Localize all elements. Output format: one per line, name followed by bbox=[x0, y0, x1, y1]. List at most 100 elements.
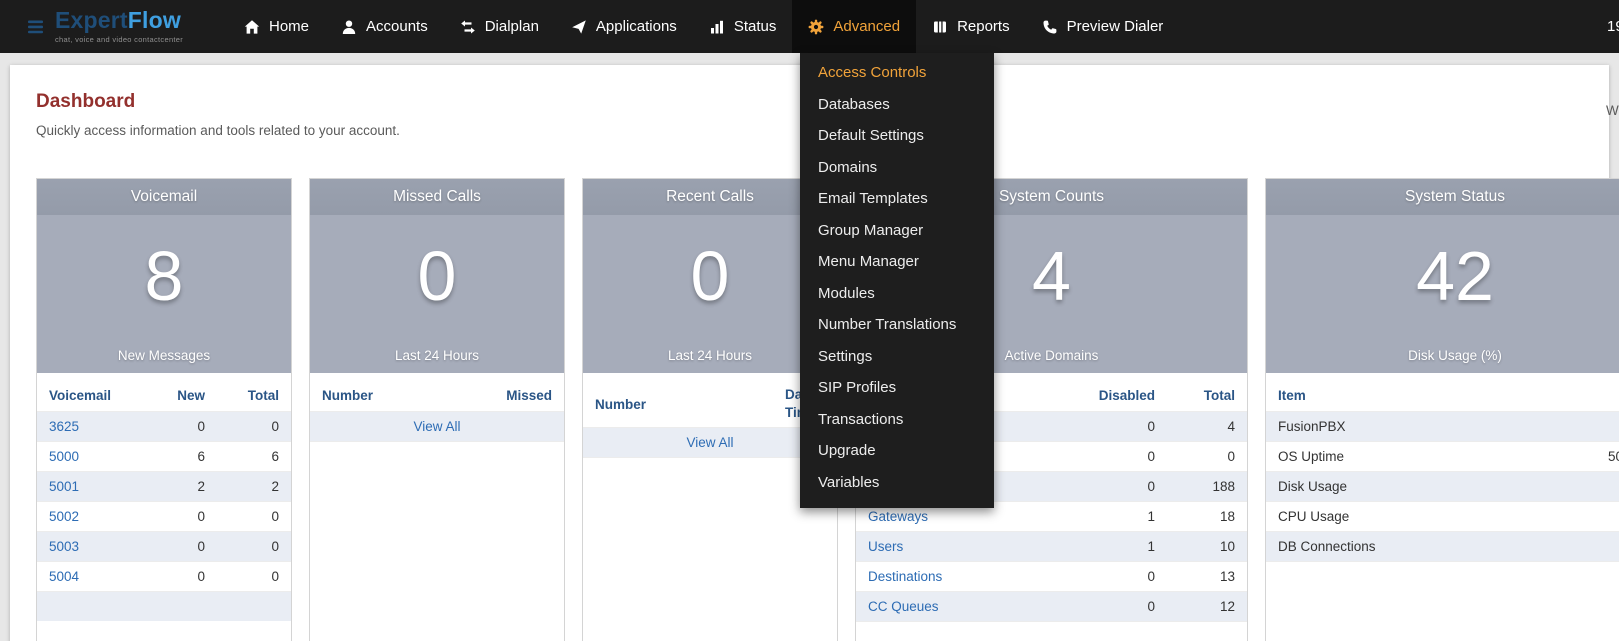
dropdown-item-variables[interactable]: Variables bbox=[800, 467, 994, 499]
nav-item-preview-dialer[interactable]: Preview Dialer bbox=[1026, 0, 1180, 53]
voicemail-box-link[interactable]: 5001 bbox=[49, 479, 79, 494]
panel-voicemail: Voicemail 8 New Messages Voicemail New T… bbox=[36, 178, 292, 641]
voicemail-box-link[interactable]: 5000 bbox=[49, 449, 79, 464]
panel-title: System Status bbox=[1266, 179, 1619, 215]
dropdown-item-upgrade[interactable]: Upgrade bbox=[800, 435, 994, 467]
table-row: Users 110 bbox=[856, 531, 1247, 561]
transfer-arrows-icon bbox=[460, 19, 476, 35]
dropdown-item-menu-manager[interactable]: Menu Manager bbox=[800, 246, 994, 278]
dropdown-item-databases[interactable]: Databases bbox=[800, 89, 994, 121]
cell-new: 0 bbox=[155, 411, 217, 441]
recent-calls-stat: 0 Last 24 Hours bbox=[583, 215, 837, 373]
cell-total: 12 bbox=[1167, 591, 1247, 621]
cell-new: 0 bbox=[155, 561, 217, 591]
cell-disabled: 0 bbox=[1067, 411, 1167, 441]
voicemail-box-link[interactable]: 5003 bbox=[49, 539, 79, 554]
table-row: Destinations013 bbox=[856, 561, 1247, 591]
cell-new: 0 bbox=[155, 501, 217, 531]
dropdown-item-number-translations[interactable]: Number Translations bbox=[800, 309, 994, 341]
cell-disabled: 0 bbox=[1067, 591, 1167, 621]
status-item: DB Connections bbox=[1266, 531, 1596, 561]
nav-item-dialplan[interactable]: Dialplan bbox=[444, 0, 555, 53]
nav-item-status[interactable]: Status bbox=[693, 0, 793, 53]
nav-item-accounts[interactable]: Accounts bbox=[325, 0, 444, 53]
cell-disabled: 0 bbox=[1067, 471, 1167, 501]
dropdown-item-domains[interactable]: Domains bbox=[800, 152, 994, 184]
stat-caption: Last 24 Hours bbox=[310, 348, 564, 363]
nav-item-label: Accounts bbox=[366, 18, 428, 35]
cell-total: 2 bbox=[217, 471, 291, 501]
cell-total: 0 bbox=[217, 411, 291, 441]
dropdown-item-default-settings[interactable]: Default Settings bbox=[800, 120, 994, 152]
brand-logo[interactable]: ExpertFlow chat, voice and video contact… bbox=[0, 9, 228, 44]
stat-caption: New Messages bbox=[37, 348, 291, 363]
nav-item-label: Reports bbox=[957, 18, 1010, 35]
table-row: FusionPBX bbox=[1266, 411, 1619, 441]
cell-new: 6 bbox=[155, 441, 217, 471]
brand-name-secondary: Flow bbox=[128, 7, 181, 33]
status-value bbox=[1596, 471, 1619, 501]
cell-disabled: 1 bbox=[1067, 531, 1167, 561]
table-row: DB Connections bbox=[1266, 531, 1619, 561]
count-item-link[interactable]: Destinations bbox=[868, 569, 942, 584]
dropdown-item-sip-profiles[interactable]: SIP Profiles bbox=[800, 372, 994, 404]
column-header bbox=[1596, 381, 1619, 411]
nav-item-reports[interactable]: Reports bbox=[916, 0, 1026, 53]
report-columns-icon bbox=[932, 19, 948, 35]
cell-disabled: 0 bbox=[1067, 561, 1167, 591]
status-value bbox=[1596, 411, 1619, 441]
dropdown-item-transactions[interactable]: Transactions bbox=[800, 404, 994, 436]
status-item: OS Uptime bbox=[1266, 441, 1596, 471]
dropdown-item-group-manager[interactable]: Group Manager bbox=[800, 215, 994, 247]
count-item-link[interactable]: Gateways bbox=[868, 509, 928, 524]
view-all-link[interactable]: View All bbox=[413, 419, 460, 434]
voicemail-box-link[interactable]: 5002 bbox=[49, 509, 79, 524]
cell-total: 0 bbox=[217, 531, 291, 561]
voicemail-box-link[interactable]: 3625 bbox=[49, 419, 79, 434]
dropdown-item-modules[interactable]: Modules bbox=[800, 278, 994, 310]
cell-new: 2 bbox=[155, 471, 217, 501]
table-row: 5003 00 bbox=[37, 531, 291, 561]
navbar-right-clipped-text: 19 bbox=[1607, 0, 1619, 53]
system-status-stat: 42 Disk Usage (%) bbox=[1266, 215, 1619, 373]
table-row: CC Queues 012 bbox=[856, 591, 1247, 621]
table-row: 500400 bbox=[37, 561, 291, 591]
main-nav: Home Accounts Dialplan Applications Stat… bbox=[228, 0, 1179, 53]
status-item: Disk Usage bbox=[1266, 471, 1596, 501]
nav-item-label: Applications bbox=[596, 18, 677, 35]
nav-item-advanced[interactable]: Advanced bbox=[792, 0, 916, 53]
dropdown-item-email-templates[interactable]: Email Templates bbox=[800, 183, 994, 215]
status-item: FusionPBX bbox=[1266, 411, 1596, 441]
advanced-dropdown-menu: Access Controls Databases Default Settin… bbox=[800, 53, 994, 508]
dropdown-item-access-controls[interactable]: Access Controls bbox=[800, 57, 994, 89]
voicemail-box-link[interactable]: 5004 bbox=[49, 569, 79, 584]
stat-number: 42 bbox=[1266, 215, 1619, 311]
column-header: Item bbox=[1266, 381, 1596, 411]
count-item-link[interactable]: Users bbox=[868, 539, 903, 554]
panel-title: Voicemail bbox=[37, 179, 291, 215]
stat-number: 8 bbox=[37, 215, 291, 311]
page-subtitle: Quickly access information and tools rel… bbox=[36, 123, 400, 138]
table-row: Disk Usage bbox=[1266, 471, 1619, 501]
table-row-stub bbox=[37, 591, 291, 621]
nav-item-applications[interactable]: Applications bbox=[555, 0, 693, 53]
welcome-text-clipped: W bbox=[1606, 103, 1619, 118]
count-item-link[interactable]: CC Queues bbox=[868, 599, 939, 614]
system-status-table: Item FusionPBX OS Uptime50 Disk Usage CP… bbox=[1266, 381, 1619, 562]
table-row: View All bbox=[310, 411, 564, 441]
cell-new: 0 bbox=[155, 531, 217, 561]
dropdown-item-settings[interactable]: Settings bbox=[800, 341, 994, 373]
column-header: Number bbox=[310, 381, 480, 411]
home-icon bbox=[244, 19, 260, 35]
cell-total: 188 bbox=[1167, 471, 1247, 501]
brand-tagline: chat, voice and video contactcenter bbox=[55, 35, 183, 44]
nav-item-home[interactable]: Home bbox=[228, 0, 325, 53]
voicemail-stat: 8 New Messages bbox=[37, 215, 291, 373]
view-all-link[interactable]: View All bbox=[686, 435, 733, 450]
nav-item-label: Dialplan bbox=[485, 18, 539, 35]
recent-calls-table: Number Date/Time View All bbox=[583, 381, 837, 458]
cell-total: 10 bbox=[1167, 531, 1247, 561]
panel-title: Missed Calls bbox=[310, 179, 564, 215]
column-header: Missed bbox=[480, 381, 564, 411]
column-header: Disabled bbox=[1067, 381, 1167, 411]
